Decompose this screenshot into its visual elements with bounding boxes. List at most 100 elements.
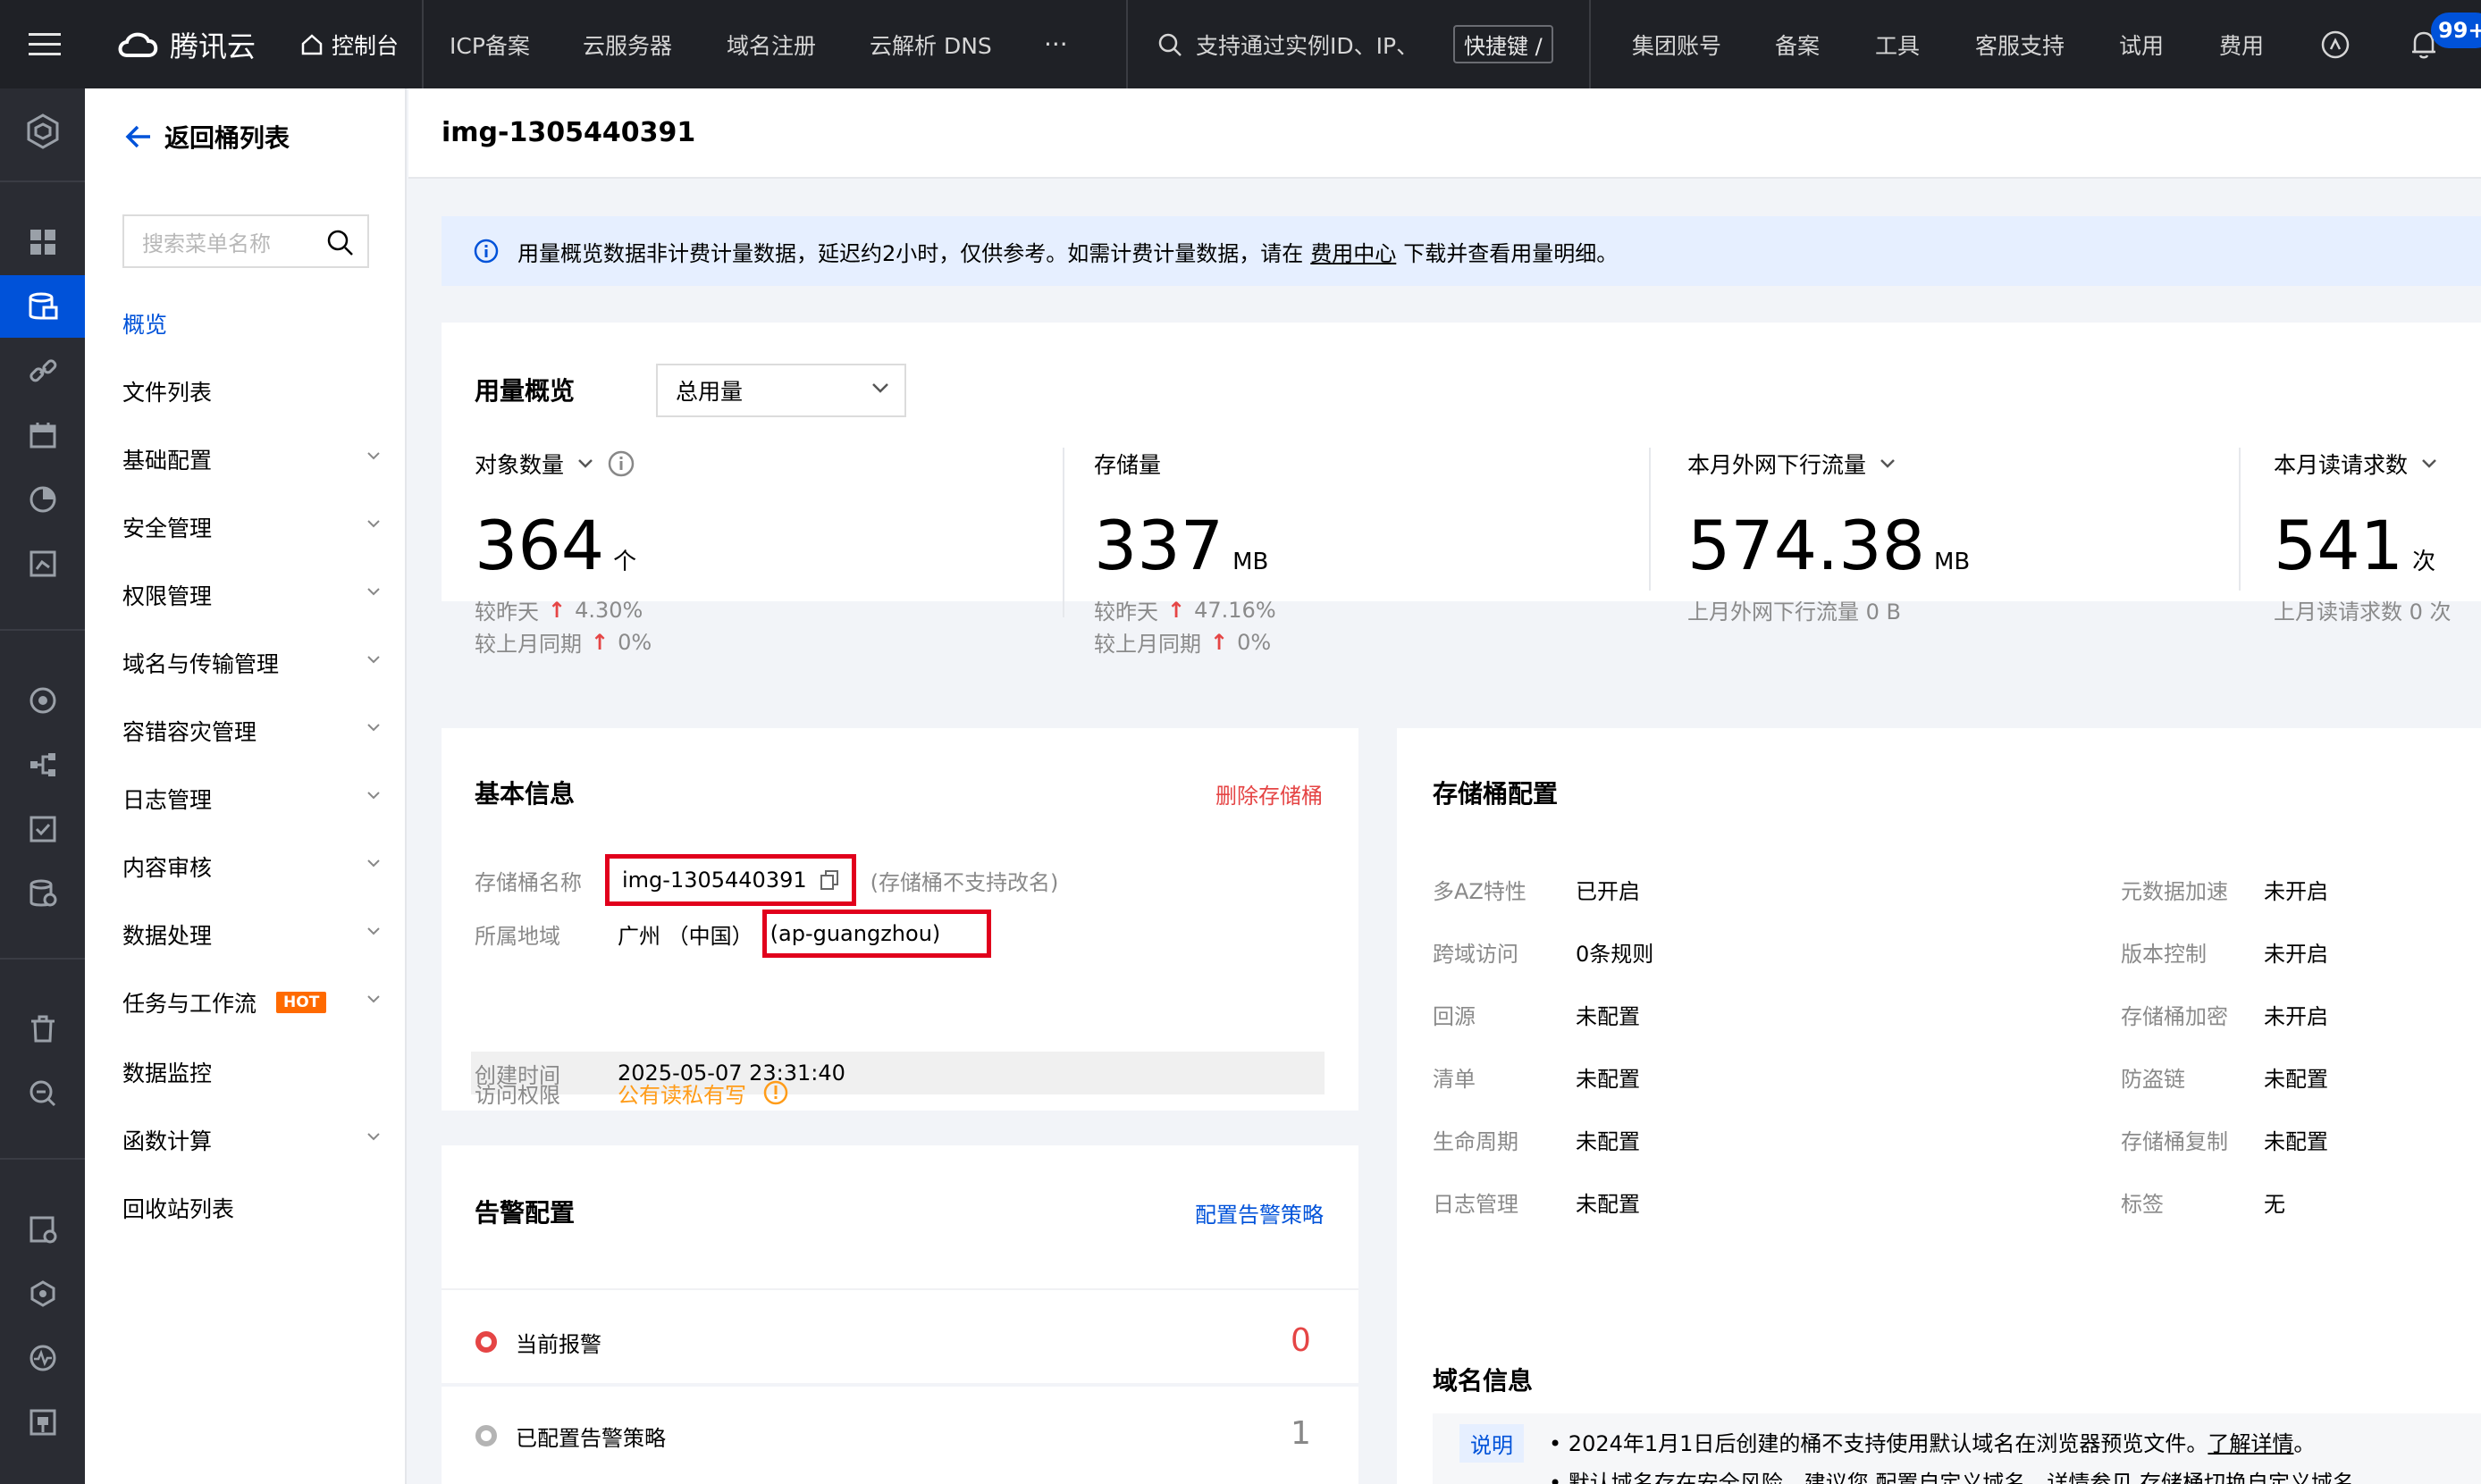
config-replication[interactable]: 存储桶复制 未配置	[2121, 1121, 2328, 1157]
back-to-bucket-list-link[interactable]: 返回桶列表	[125, 119, 290, 155]
nav-dns[interactable]: 云解析 DNS	[870, 0, 992, 88]
chevron-down-icon[interactable]	[2420, 457, 2438, 470]
nav-cvm[interactable]: 云服务器	[583, 0, 672, 88]
domain-notice-line1: • 2024年1月1日后创建的桶不支持使用默认域名在浏览器预览文件。了解详情。	[1549, 1431, 2316, 1456]
policy-status-icon	[475, 1425, 497, 1446]
workflow-icon[interactable]	[0, 734, 85, 796]
config-versioning[interactable]: 版本控制 未开启	[2121, 934, 2328, 969]
storage-report-icon[interactable]	[0, 1198, 85, 1261]
nav-icp[interactable]: ICP备案	[450, 0, 530, 88]
config-tags[interactable]: 标签无	[2121, 1184, 2285, 1220]
usage-type-select[interactable]: 总用量	[656, 364, 906, 417]
sidebar-item-security[interactable]: 安全管理	[122, 509, 382, 545]
sidebar-item-domain-transfer[interactable]: 域名与传输管理	[122, 645, 382, 681]
sidebar-item-functions[interactable]: 函数计算	[122, 1122, 382, 1158]
nav-domain[interactable]: 域名注册	[727, 0, 816, 88]
plugin-icon[interactable]	[0, 1262, 85, 1325]
bucket-list-icon[interactable]	[0, 275, 85, 338]
link-icon[interactable]	[0, 340, 85, 402]
menu-search-input[interactable]: 搜索菜单名称	[122, 214, 369, 268]
arrow-up-icon: ↑	[548, 597, 567, 623]
billing-center-link[interactable]: 费用中心	[1310, 236, 1396, 267]
sidebar-item-overview[interactable]: 概览	[122, 306, 382, 341]
info-icon	[474, 239, 499, 264]
global-search-input[interactable]: 支持通过实例ID、IP、	[1196, 29, 1418, 61]
config-multi-az[interactable]: 多AZ特性 已开启	[1433, 871, 1640, 907]
region-value: 广州 （中国）	[618, 923, 753, 949]
info-circle-icon[interactable]	[607, 449, 635, 478]
configured-policy-row[interactable]: 已配置告警策略	[475, 1414, 666, 1457]
shortcut-key-badge[interactable]: 快捷键 /	[1453, 25, 1553, 63]
metric-object-count: 对象数量 364 个 较昨天 ↑ 4.30% 较上月同期 ↑ 0%	[475, 448, 652, 657]
checkbox-icon[interactable]	[0, 798, 85, 860]
nav-tools[interactable]: 工具	[1875, 0, 1920, 88]
security-icon[interactable]	[0, 669, 85, 732]
inspect-icon[interactable]	[0, 1062, 85, 1125]
dashboard-icon[interactable]	[0, 211, 85, 273]
alarm-status-icon	[475, 1331, 497, 1353]
hot-badge: HOT	[276, 992, 327, 1013]
config-metadata-accel[interactable]: 元数据加速 未开启	[2121, 871, 2328, 907]
info-circle-icon[interactable]	[762, 1079, 789, 1106]
brand-logo[interactable]: 腾讯云	[114, 0, 256, 88]
metric-outbound-traffic: 本月外网下行流量 574.38 MB 上月外网下行流量 0 B	[1687, 452, 1971, 625]
global-search[interactable]: 支持通过实例ID、IP、	[1156, 0, 1418, 88]
usage-overview-card: 用量概览 总用量 对象数量 364 个 较昨天 ↑ 4.30% 较上月同期 ↑ 0% 存储…	[442, 323, 2481, 657]
monitor-icon[interactable]	[0, 1327, 85, 1389]
codebuddy-icon[interactable]	[2320, 0, 2351, 88]
copy-icon[interactable]	[820, 869, 839, 891]
configure-alarm-link[interactable]: 配置告警策略	[1195, 1197, 1324, 1228]
sidebar-item-tasks-workflow[interactable]: 任务与工作流 HOT	[122, 985, 382, 1020]
sidebar-item-data-processing[interactable]: 数据处理	[122, 917, 382, 952]
nav-support[interactable]: 客服支持	[1975, 0, 2065, 88]
config-lifecycle[interactable]: 生命周期 未配置	[1433, 1121, 1640, 1157]
pie-chart-icon[interactable]	[0, 468, 85, 531]
config-inventory[interactable]: 清单 未配置	[1433, 1059, 1640, 1094]
nav-more-icon[interactable]: ···	[1044, 0, 1068, 88]
delete-bucket-link[interactable]: 删除存储桶	[1215, 778, 1323, 809]
current-alarm-row[interactable]: 当前报警	[475, 1321, 601, 1363]
sidebar-item-permissions[interactable]: 权限管理	[122, 577, 382, 613]
page-title: img-1305440391	[442, 117, 696, 148]
menu-toggle-icon[interactable]	[27, 0, 63, 88]
trash-icon[interactable]	[0, 998, 85, 1061]
report-icon[interactable]	[0, 532, 85, 595]
current-alarm-count[interactable]: 0	[1291, 1322, 1311, 1359]
console-link[interactable]: 控制台	[299, 0, 399, 88]
chevron-down-icon	[367, 452, 380, 460]
nav-beian[interactable]: 备案	[1775, 0, 1820, 88]
learn-more-link[interactable]: 了解详情	[2208, 1431, 2293, 1456]
config-cors[interactable]: 跨域访问 0条规则	[1433, 934, 1653, 969]
archive-icon[interactable]	[0, 1391, 85, 1454]
config-origin[interactable]: 回源 未配置	[1433, 996, 1640, 1032]
bucket-config-title: 存储桶配置	[1433, 779, 1559, 809]
sidebar-item-logs[interactable]: 日志管理	[122, 781, 382, 817]
sidebar-item-disaster-recovery[interactable]: 容错容灾管理	[122, 713, 382, 749]
access-row: 访问权限 公有读私有写	[475, 1071, 789, 1114]
main-content: img-1305440391 用量概览数据非计费计量数据，延迟约2小时，仅供参考…	[408, 88, 2481, 1484]
config-logging[interactable]: 日志管理 未配置	[1433, 1184, 1640, 1220]
arrow-up-icon: ↑	[1167, 597, 1186, 623]
arrow-up-icon: ↑	[1210, 629, 1229, 655]
chevron-down-icon[interactable]	[576, 457, 594, 470]
database-icon[interactable]	[0, 862, 85, 925]
sidebar-item-data-monitor[interactable]: 数据监控	[122, 1054, 382, 1090]
sidebar-item-content-review[interactable]: 内容审核	[122, 849, 382, 885]
cos-product-icon[interactable]	[0, 100, 85, 163]
chevron-down-icon[interactable]	[1879, 457, 1896, 470]
config-hotlink[interactable]: 防盗链 未配置	[2121, 1059, 2328, 1094]
search-icon	[1158, 33, 1182, 56]
nav-billing[interactable]: 费用	[2219, 0, 2264, 88]
usage-notice-banner: 用量概览数据非计费计量数据，延迟约2小时，仅供参考。如需计费计量数据，请在 费用…	[442, 216, 2481, 286]
nav-trial[interactable]: 试用	[2119, 0, 2164, 88]
region-row: 所属地域 广州 （中国） (ap-guangzhou)	[475, 910, 991, 958]
bucket-config-card: 存储桶配置 多AZ特性 已开启 跨域访问 0条规则 回源 未配置 清单 未配置 生命周期…	[1397, 728, 2481, 1366]
nav-group-account[interactable]: 集团账号	[1632, 0, 1721, 88]
configured-policy-count[interactable]: 1	[1291, 1415, 1311, 1452]
bell-icon[interactable]	[2409, 0, 2439, 88]
sidebar-item-file-list[interactable]: 文件列表	[122, 373, 382, 409]
calendar-icon[interactable]	[0, 404, 85, 466]
sidebar-item-basic-config[interactable]: 基础配置	[122, 441, 382, 477]
sidebar-item-recycle-bin[interactable]: 回收站列表	[122, 1190, 382, 1226]
config-encryption[interactable]: 存储桶加密 未开启	[2121, 996, 2328, 1032]
